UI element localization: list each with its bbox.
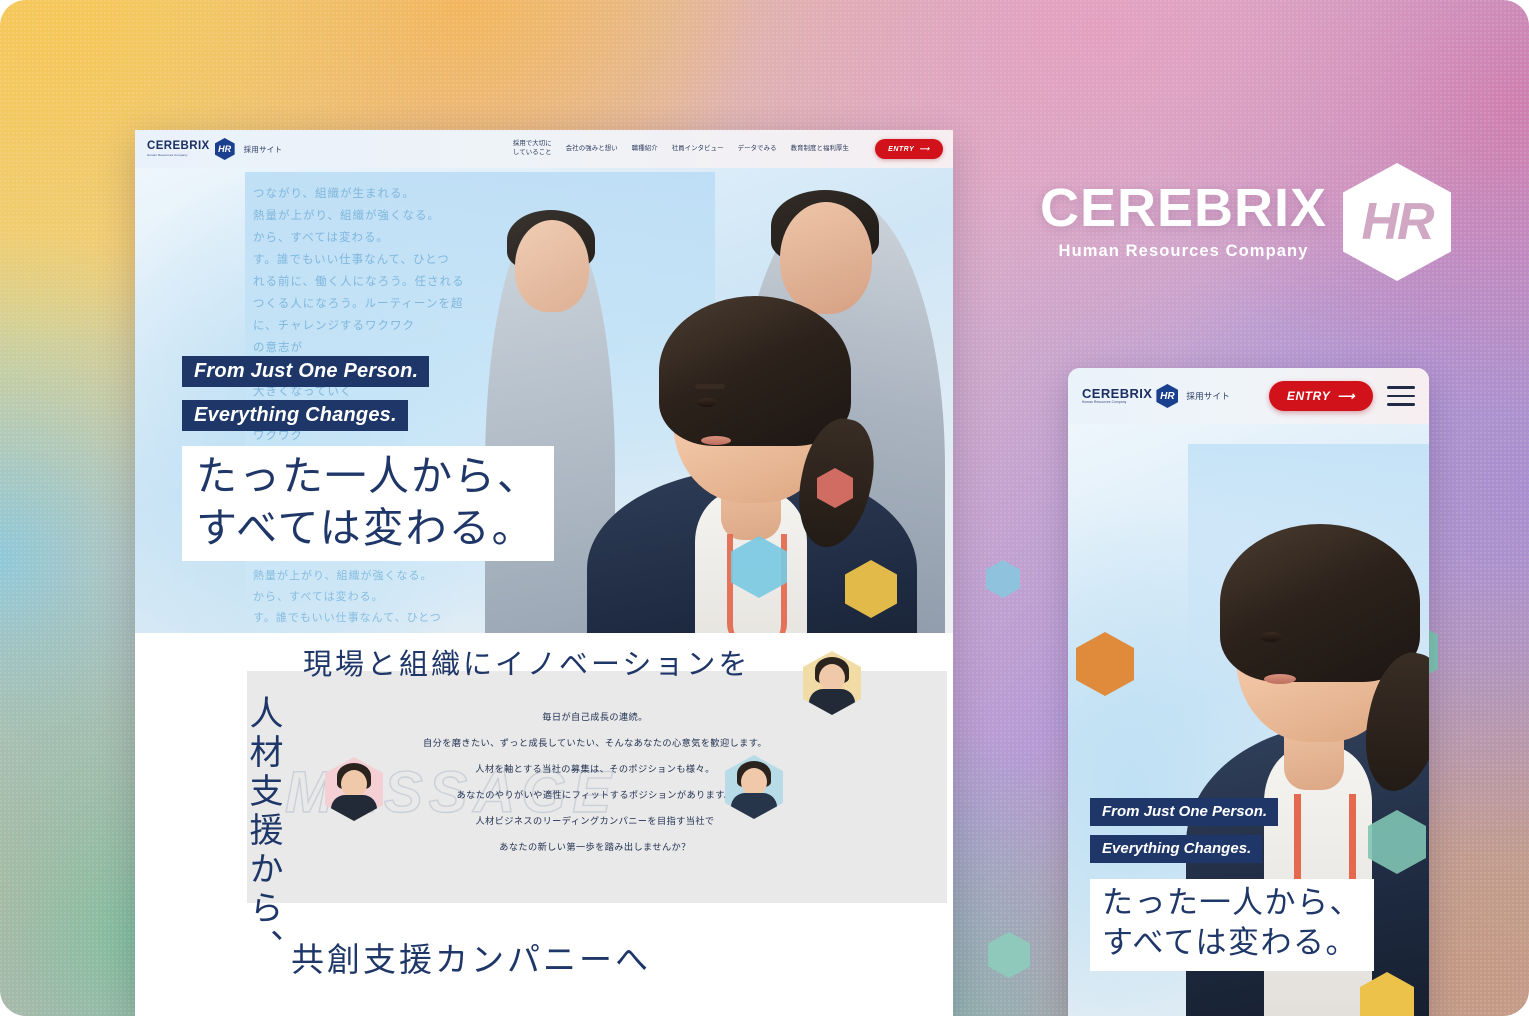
nav-item-data[interactable]: データでみる [738, 145, 777, 154]
mobile-phone-mockup: CEREBRIX Human Resources Company HR 採用サイ… [1068, 368, 1429, 1016]
logo-tagline: Human Resources Company [147, 152, 188, 157]
desktop-browser-mockup: CEREBRIX Human Resources Company HR 採用サイ… [135, 130, 953, 1016]
hero-logo-name: CEREBRIX [1040, 177, 1328, 238]
nav-item-recruiting-values[interactable]: 採用で大切に していること [513, 140, 552, 157]
mobile-arrow-right-icon: ⟶ [1337, 389, 1356, 403]
mobile-site-tag-label: 採用サイト [1186, 391, 1230, 401]
portrait-face [341, 770, 367, 798]
mobile-logo[interactable]: CEREBRIX Human Resources Company HR 採用サイ… [1082, 384, 1230, 408]
hero-logo-text: CEREBRIX Human Resources Company [1040, 177, 1328, 262]
nav-item-benefits[interactable]: 教育制度と福利厚生 [791, 145, 849, 154]
mobile-hr-hexagon-icon: HR [1156, 384, 1179, 408]
hr-mark-text: HR [218, 144, 232, 154]
hero-headline: たった一人から、 すべては変わる。 [196, 452, 540, 553]
hamburger-line-2 [1387, 394, 1415, 398]
nav-item-job-types[interactable]: 職種紹介 [632, 145, 658, 154]
mobile-person-hair [1220, 524, 1420, 682]
portrait-face [741, 768, 767, 796]
hero-logo-subtitle: Human Resources Company [1058, 242, 1309, 261]
hero-logo-hr-mark: HR [1361, 193, 1434, 251]
mobile-logo-wordmark: CEREBRIX Human Resources Company [1082, 387, 1152, 404]
hamburger-line-3 [1387, 403, 1415, 406]
site-tag-label: 採用サイト [243, 144, 283, 154]
person-right-head [780, 202, 872, 314]
desktop-hero: つながり、組織が生まれる。 熱量が上がり、組織が強くなる。 から、すべては変わる… [135, 168, 953, 633]
arrow-right-icon: ⟶ [919, 146, 930, 153]
message-section: MESSAGE 現場と組織にイノベーションを 毎日が自己成長の連続。 自分を磨き… [135, 633, 953, 1016]
mobile-person-lips [1264, 674, 1296, 684]
message-line-6: あなたの新しい第一歩を踏み出しませんか？ [499, 842, 691, 853]
person-left-head [515, 220, 589, 312]
nav-item-employee-interviews[interactable]: 社員インタビュー [672, 145, 724, 154]
message-line-1: 毎日が自己成長の連続。 [542, 712, 648, 723]
logo-wordmark: CEREBRIX Human Resources Company [147, 141, 210, 156]
entry-button[interactable]: ENTRY ⟶ [875, 139, 943, 159]
hamburger-line-1 [1387, 386, 1415, 389]
mobile-entry-button[interactable]: ENTRY ⟶ [1269, 381, 1373, 411]
hero-headline-plate: たった一人から、 すべては変わる。 [182, 446, 554, 561]
mobile-person-eye [1260, 632, 1282, 642]
mobile-hr-mark-text: HR [1160, 390, 1175, 402]
hr-hexagon-icon: HR [214, 138, 235, 160]
mobile-logo-name: CEREBRIX [1082, 386, 1153, 402]
entry-button-label: ENTRY [888, 145, 915, 153]
hero-logo-hexagon-icon: HR [1343, 163, 1452, 281]
message-line-5: 人材ビジネスのリーディングカンパニーを目指す当社で [475, 816, 715, 827]
desktop-nav-links: 採用で大切に していること 会社の強みと想い 職種紹介 社員インタビュー データ… [513, 139, 943, 159]
mobile-tagline-line1: From Just One Person. [1090, 798, 1279, 826]
mobile-tagline-line2: Everything Changes. [1090, 835, 1263, 863]
message-bottom-text: 共創支援カンパニーへ [285, 931, 657, 983]
logo-name: CEREBRIX [147, 140, 210, 153]
message-vertical-text: 人材支援から、 [243, 695, 283, 968]
hero-tagline-line2: Everything Changes. [182, 400, 408, 431]
desktop-logo[interactable]: CEREBRIX Human Resources Company HR 採用サイ… [147, 138, 282, 160]
hero-tagline-line1: From Just One Person. [182, 356, 430, 387]
desktop-navbar: CEREBRIX Human Resources Company HR 採用サイ… [135, 130, 953, 168]
mobile-hero: From Just One Person. Everything Changes… [1068, 424, 1429, 1016]
person-main-eye [697, 398, 717, 407]
cerebrix-hero-logo: CEREBRIX Human Resources Company HR [1040, 163, 1452, 281]
message-line-2: 自分を磨きたい、ずっと成長していたい、そんなあなたの心意気を歓迎します。 [423, 738, 767, 749]
person-main-eyebrow [695, 384, 725, 389]
mobile-headline: たった一人から、 すべては変わる。 [1102, 885, 1362, 962]
mobile-logo-tagline: Human Resources Company [1082, 400, 1127, 405]
mobile-navbar: CEREBRIX Human Resources Company HR 採用サイ… [1068, 368, 1429, 424]
nav-item-company-strengths[interactable]: 会社の強みと想い [566, 145, 618, 154]
person-main-hair [659, 296, 851, 446]
mobile-headline-plate: たった一人から、 すべては変わる。 [1090, 879, 1374, 971]
hamburger-menu-icon[interactable] [1387, 386, 1415, 406]
mobile-entry-label: ENTRY [1286, 389, 1331, 403]
portrait-face [819, 664, 845, 692]
message-title: 現場と組織にイノベーションを [303, 647, 751, 681]
person-main-lips [701, 436, 731, 445]
